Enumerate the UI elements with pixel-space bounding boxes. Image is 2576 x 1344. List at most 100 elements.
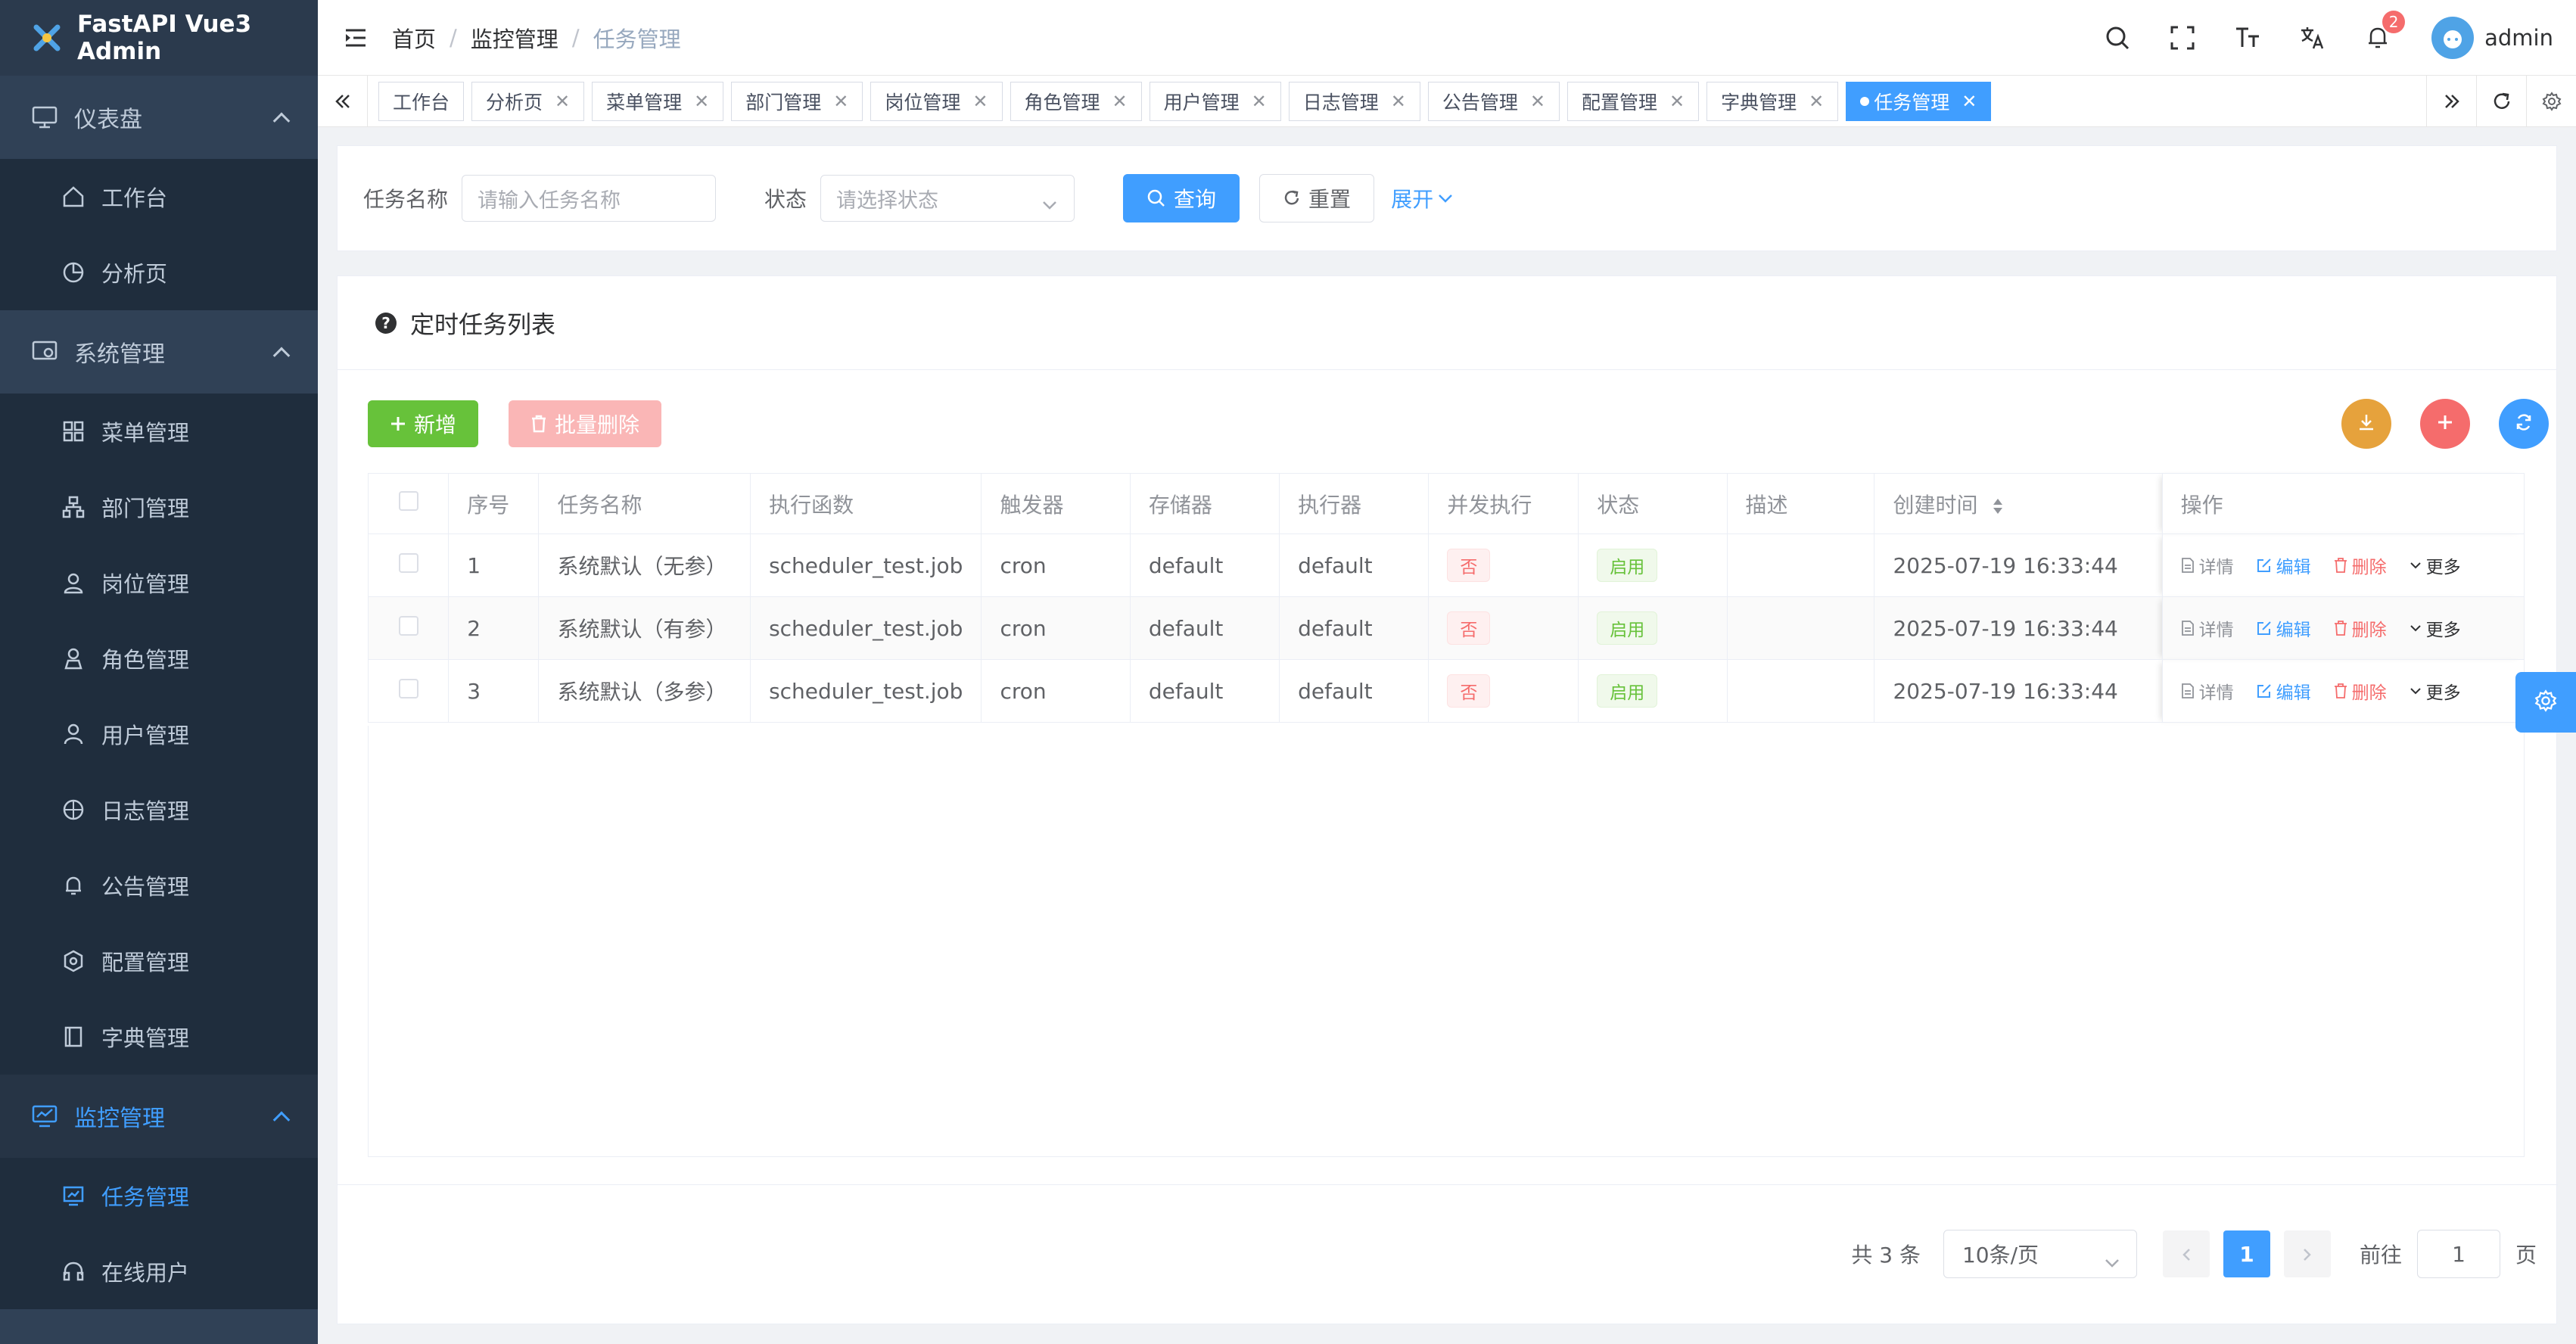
sidebar-item-dict[interactable]: 字典管理	[0, 999, 318, 1075]
sidebar-item-user[interactable]: 用户管理	[0, 696, 318, 772]
menu-group-monitor[interactable]: 监控管理	[0, 1075, 318, 1158]
breadcrumb-monitor[interactable]: 监控管理	[471, 22, 558, 54]
close-icon[interactable]: ✕	[972, 91, 988, 112]
notification-bell-icon[interactable]: 2	[2361, 11, 2406, 54]
sidebar-item-position[interactable]: 岗位管理	[0, 545, 318, 621]
page-size-select[interactable]: 10条/页	[1943, 1230, 2137, 1278]
refresh-icon[interactable]	[2476, 75, 2526, 127]
close-icon[interactable]: ✕	[833, 91, 848, 112]
close-icon[interactable]: ✕	[555, 91, 570, 112]
detail-label: 详情	[2198, 683, 2234, 703]
edit-button[interactable]: 编辑	[2257, 552, 2311, 578]
tag-log[interactable]: 日志管理 ✕	[1288, 81, 1420, 121]
more-dropdown[interactable]: 更多	[2410, 615, 2461, 641]
close-icon[interactable]: ✕	[1962, 91, 1977, 112]
close-icon[interactable]: ✕	[1530, 91, 1545, 112]
sidebar-item-notice[interactable]: 公告管理	[0, 848, 318, 923]
search-icon[interactable]	[2101, 21, 2134, 54]
task-name-input[interactable]: 请输入任务名称	[462, 175, 717, 222]
prev-page-button[interactable]	[2162, 1230, 2210, 1277]
tag-department[interactable]: 部门管理 ✕	[731, 81, 863, 121]
tag-dict[interactable]: 字典管理 ✕	[1706, 81, 1839, 121]
sidebar-item-menu[interactable]: 菜单管理	[0, 394, 318, 469]
tag-task[interactable]: 任务管理 ✕	[1846, 81, 1992, 121]
breadcrumb-home[interactable]: 首页	[392, 22, 436, 54]
menu-group-system[interactable]: 系统管理	[0, 310, 318, 394]
delete-button[interactable]: 删除	[2334, 615, 2387, 641]
batch-delete-button[interactable]: 批量删除	[509, 400, 662, 447]
tag-notice[interactable]: 公告管理 ✕	[1427, 81, 1560, 121]
sidebar-item-task[interactable]: 任务管理	[0, 1158, 318, 1234]
sidebar-item-department[interactable]: 部门管理	[0, 469, 318, 545]
chevron-down-icon	[2410, 686, 2422, 695]
question-icon[interactable]: ?	[375, 312, 397, 334]
tag-menu[interactable]: 菜单管理 ✕	[592, 81, 724, 121]
row-checkbox[interactable]	[398, 552, 418, 573]
tag-label: 分析页	[486, 91, 543, 114]
plus-icon	[2436, 413, 2454, 434]
translate-icon[interactable]	[2296, 21, 2329, 54]
tag-position[interactable]: 岗位管理 ✕	[870, 81, 1003, 121]
delete-button[interactable]: 删除	[2334, 678, 2387, 704]
fullscreen-icon[interactable]	[2166, 21, 2199, 54]
app-logo[interactable]: FastAPI Vue3 Admin	[0, 0, 318, 76]
tag-analysis[interactable]: 分析页 ✕	[471, 81, 585, 121]
tag-user[interactable]: 用户管理 ✕	[1149, 81, 1281, 121]
menu-group-dashboard[interactable]: 仪表盘	[0, 76, 318, 159]
settings-drawer-button[interactable]	[2515, 672, 2576, 733]
cell-ops: 详情 编辑 删除 更多	[2161, 534, 2525, 597]
select-all-cell	[367, 473, 450, 534]
sidebar-item-analysis[interactable]: 分析页	[0, 235, 318, 310]
goto-page-input[interactable]: 1	[2416, 1230, 2500, 1278]
tag-workbench[interactable]: 工作台	[378, 81, 465, 121]
download-button[interactable]	[2341, 399, 2391, 449]
expand-link[interactable]: 展开	[1391, 183, 1453, 213]
gear-icon[interactable]	[2526, 75, 2576, 127]
sidebar-item-config[interactable]: 配置管理	[0, 923, 318, 999]
query-button[interactable]: 查询	[1123, 174, 1240, 222]
close-icon[interactable]: ✕	[1112, 91, 1128, 112]
close-icon[interactable]: ✕	[1669, 91, 1685, 112]
close-icon[interactable]: ✕	[1809, 91, 1824, 112]
detail-button[interactable]: 详情	[2181, 615, 2234, 641]
sidebar-item-role[interactable]: 角色管理	[0, 621, 318, 696]
column-header-created[interactable]: 创建时间	[1874, 473, 2163, 534]
page-number-button[interactable]: 1	[2223, 1230, 2270, 1277]
reset-button[interactable]: 重置	[1259, 174, 1375, 222]
cell-desc	[1726, 596, 1875, 660]
edit-button[interactable]: 编辑	[2257, 615, 2311, 641]
more-dropdown[interactable]: 更多	[2410, 678, 2461, 704]
sidebar-item-workbench[interactable]: 工作台	[0, 159, 318, 235]
sidebar-item-log[interactable]: 日志管理	[0, 772, 318, 848]
sort-icon[interactable]	[1992, 497, 2004, 515]
detail-button[interactable]: 详情	[2181, 678, 2234, 704]
tags-scroll-right-icon[interactable]	[2426, 75, 2476, 127]
select-all-checkbox[interactable]	[398, 491, 418, 511]
refresh-button[interactable]	[2499, 399, 2549, 449]
edit-icon	[2257, 683, 2272, 698]
import-button[interactable]	[2420, 399, 2470, 449]
font-size-icon[interactable]	[2231, 21, 2264, 54]
status-select[interactable]: 请选择状态	[820, 175, 1075, 222]
close-icon[interactable]: ✕	[1391, 91, 1406, 112]
close-icon[interactable]: ✕	[1252, 91, 1267, 112]
row-checkbox[interactable]	[398, 615, 418, 636]
sidebar-item-online-users[interactable]: 在线用户	[0, 1234, 318, 1309]
tags-scroll-left-icon[interactable]	[318, 75, 368, 127]
active-dot-icon	[1860, 96, 1870, 106]
edit-button[interactable]: 编辑	[2257, 678, 2311, 704]
avatar[interactable]	[2431, 17, 2475, 59]
next-page-button[interactable]	[2283, 1230, 2331, 1277]
close-icon[interactable]: ✕	[694, 91, 709, 112]
add-button[interactable]: 新增	[368, 400, 479, 447]
org-chart-icon	[61, 494, 86, 520]
username[interactable]: admin	[2484, 25, 2553, 51]
chevron-down-icon	[2105, 1249, 2120, 1274]
tag-config[interactable]: 配置管理 ✕	[1567, 81, 1700, 121]
tag-role[interactable]: 角色管理 ✕	[1010, 81, 1142, 121]
collapse-menu-icon[interactable]	[341, 23, 371, 53]
more-dropdown[interactable]: 更多	[2410, 552, 2461, 578]
detail-button[interactable]: 详情	[2181, 552, 2234, 578]
row-checkbox[interactable]	[398, 678, 418, 698]
delete-button[interactable]: 删除	[2334, 552, 2387, 578]
